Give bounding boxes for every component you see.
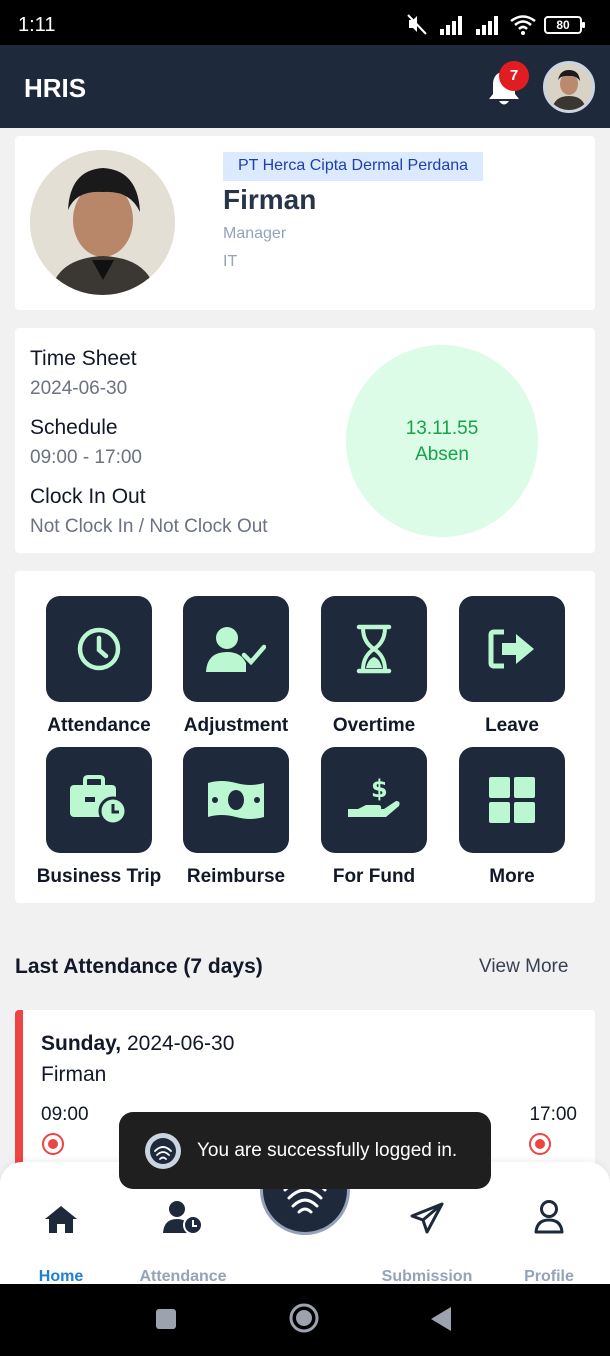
status-icons: 80 — [404, 14, 585, 36]
menu-adjustment[interactable]: Adjustment — [166, 596, 306, 737]
attendance-date: Sunday, 2024-06-30 — [41, 1032, 234, 1056]
clock-in-status-icon — [42, 1133, 64, 1155]
menu-label: Leave — [485, 715, 539, 736]
app-bar: HRIS 7 — [0, 45, 610, 128]
send-icon — [372, 1194, 482, 1234]
menu-more[interactable]: More — [442, 747, 582, 888]
last-attendance-title: Last Attendance (7 days) — [15, 955, 263, 978]
menu-for-fund[interactable]: $ For Fund — [304, 747, 444, 888]
menu-business-trip[interactable]: Business Trip — [29, 747, 169, 888]
employee-position: Manager — [223, 225, 287, 242]
clock-icon — [46, 596, 152, 702]
company-badge: PT Herca Cipta Dermal Perdana — [223, 152, 484, 181]
menu-reimburse[interactable]: Reimburse — [166, 747, 306, 888]
clock-out-status-icon — [529, 1133, 551, 1155]
clock-state: Absen — [415, 444, 469, 465]
clock-in-out-status: Not Clock In / Not Clock Out — [30, 516, 268, 537]
status-bar: 1:11 80 — [0, 0, 610, 45]
view-more-link[interactable]: View More — [479, 956, 568, 978]
user-check-icon — [183, 596, 289, 702]
menu-label: Overtime — [332, 715, 416, 736]
profile-photo — [30, 150, 175, 295]
attendance-in-time: 09:00 — [41, 1104, 89, 1125]
money-icon — [183, 747, 289, 853]
profile-card: PT Herca Cipta Dermal Perdana Firman Man… — [15, 136, 595, 310]
menu-card: Attendance Adjustment Overtime Leave Bus… — [15, 571, 595, 903]
current-time: 13.11.55 — [405, 418, 479, 439]
recent-apps-icon[interactable] — [155, 1308, 177, 1330]
avatar[interactable] — [543, 61, 595, 113]
time-sheet-date: 2024-06-30 — [30, 378, 128, 399]
app-title: HRIS — [24, 73, 87, 103]
attendance-name: Firman — [41, 1063, 107, 1086]
hourglass-icon — [321, 596, 427, 702]
timesheet-card: Time Sheet 2024-06-30 Schedule 09:00 - 1… — [15, 328, 595, 553]
menu-label: Reimburse — [186, 866, 286, 887]
attendance-day: Sunday, — [41, 1032, 122, 1055]
menu-attendance[interactable]: Attendance — [29, 596, 169, 737]
clock-in-out-label: Clock In Out — [30, 485, 146, 508]
battery-icon: 80 — [544, 16, 585, 34]
schedule-value: 09:00 - 17:00 — [30, 447, 142, 468]
home-icon — [6, 1194, 116, 1234]
toast-message: You are successfully logged in. — [197, 1140, 458, 1161]
grid-icon — [459, 747, 565, 853]
menu-label: Business Trip — [36, 866, 162, 887]
nav-home[interactable]: Home — [6, 1194, 116, 1286]
nav-submission[interactable]: Submission — [372, 1194, 482, 1286]
mute-icon — [407, 14, 427, 35]
employee-department: IT — [223, 253, 238, 270]
hand-dollar-icon: $ — [321, 747, 427, 853]
toast-notification: You are successfully logged in. — [119, 1112, 491, 1189]
menu-overtime[interactable]: Overtime — [304, 596, 444, 737]
signal-icon-2 — [476, 16, 498, 35]
system-nav-bar — [0, 1284, 610, 1356]
wifi-icon — [510, 15, 536, 35]
exit-icon — [459, 596, 565, 702]
employee-name: Firman — [223, 184, 317, 215]
menu-label: Attendance — [47, 715, 151, 736]
nav-attendance[interactable]: Attendance — [128, 1194, 238, 1286]
back-icon[interactable] — [430, 1306, 452, 1332]
time-sheet-label: Time Sheet — [30, 347, 137, 370]
attendance-out-time: 17:00 — [529, 1104, 577, 1125]
home-button-icon[interactable] — [288, 1302, 320, 1334]
briefcase-clock-icon — [46, 747, 152, 853]
signal-icon — [440, 16, 462, 35]
status-time: 1:11 — [18, 14, 56, 36]
user-clock-icon — [128, 1194, 238, 1234]
notification-badge: 7 — [499, 61, 529, 91]
user-icon — [494, 1194, 604, 1234]
nav-profile[interactable]: Profile — [494, 1194, 604, 1286]
fingerprint-app-icon — [145, 1133, 181, 1169]
svg-text:$: $ — [371, 775, 388, 803]
schedule-label: Schedule — [30, 416, 118, 439]
clock-in-button[interactable]: 13.11.55 Absen — [346, 345, 538, 537]
menu-label: Adjustment — [183, 715, 289, 736]
menu-label: For Fund — [332, 866, 416, 887]
attendance-date-value: 2024-06-30 — [126, 1032, 235, 1055]
menu-leave[interactable]: Leave — [442, 596, 582, 737]
menu-label: More — [489, 866, 535, 887]
